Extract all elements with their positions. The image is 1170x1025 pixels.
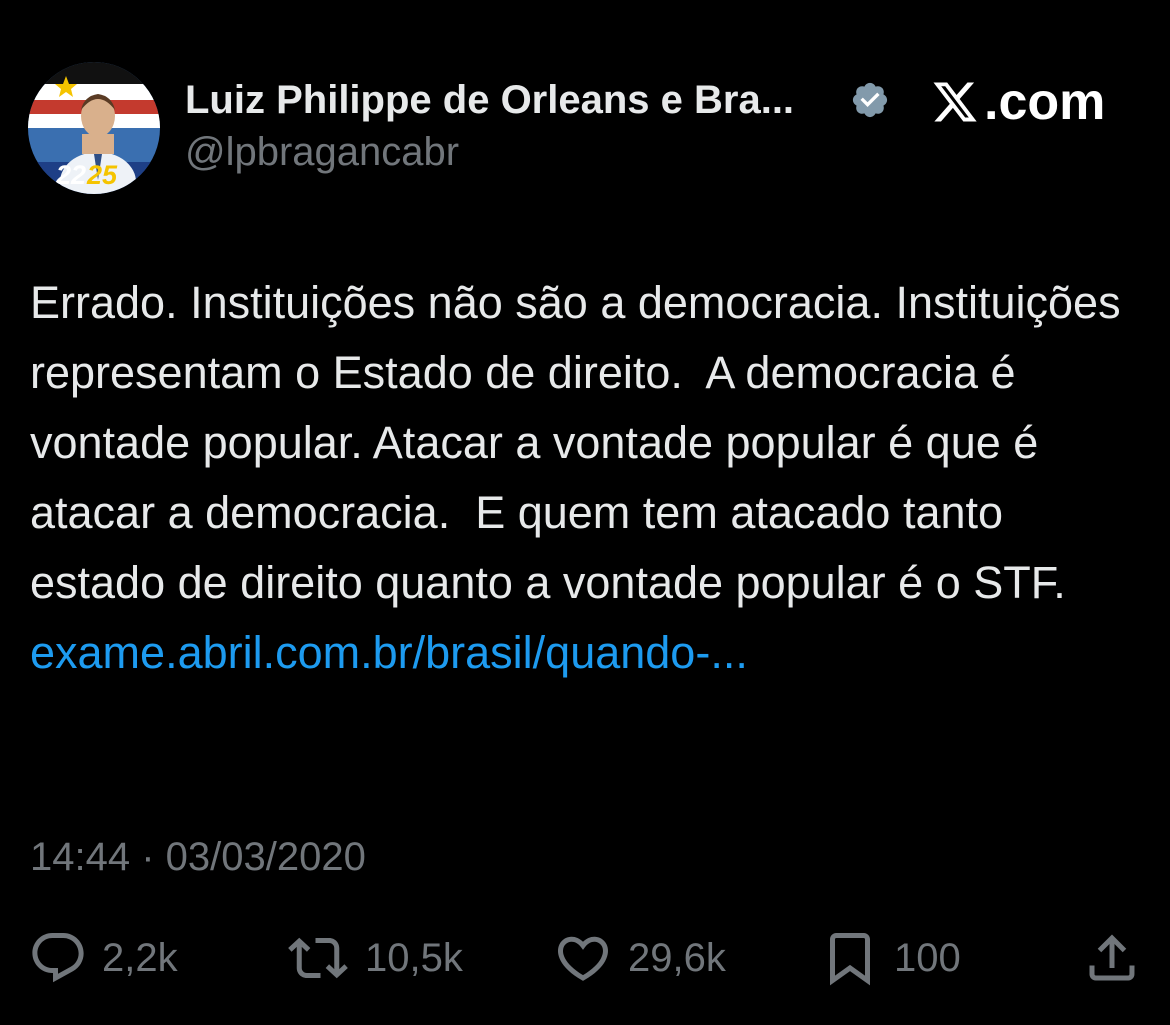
brand-domain: .com	[984, 73, 1106, 131]
avatar[interactable]: 22 25	[28, 62, 160, 194]
repost-count: 10,5k	[365, 936, 463, 980]
heart-icon	[557, 936, 609, 981]
tweet-timestamp[interactable]: 14:44 · 03/03/2020	[30, 832, 366, 882]
user-handle[interactable]: @lpbragancabr	[185, 128, 459, 176]
reply-button[interactable]: 2,2k	[28, 928, 178, 988]
display-name[interactable]: Luiz Philippe de Orleans e Bra...	[185, 76, 794, 124]
share-icon	[1089, 934, 1135, 981]
repost-icon	[288, 937, 348, 979]
verified-badge-icon	[852, 82, 888, 118]
avatar-badge-number-accent: 25	[86, 160, 118, 190]
bookmark-button[interactable]: 100	[820, 928, 961, 988]
tweet-text: Errado. Instituições não são a democraci…	[30, 268, 1145, 688]
avatar-badge-number: 22	[55, 160, 86, 190]
like-button[interactable]: 29,6k	[552, 928, 726, 988]
share-button[interactable]	[1082, 928, 1142, 988]
tweet-body: Errado. Instituições não são a democraci…	[30, 277, 1134, 608]
bookmark-count: 100	[894, 936, 961, 980]
action-bar: 2,2k 10,5k 29,6k 100	[0, 928, 1170, 988]
tweet-link[interactable]: exame.abril.com.br/brasil/quando-...	[30, 627, 748, 678]
bookmark-icon	[830, 933, 870, 986]
brand-watermark: .com	[930, 72, 1105, 132]
avatar-image: 22 25	[28, 62, 160, 194]
like-count: 29,6k	[628, 936, 726, 980]
reply-icon	[32, 933, 84, 983]
reply-count: 2,2k	[102, 936, 178, 980]
repost-button[interactable]: 10,5k	[285, 928, 463, 988]
x-logo-icon	[933, 82, 977, 122]
